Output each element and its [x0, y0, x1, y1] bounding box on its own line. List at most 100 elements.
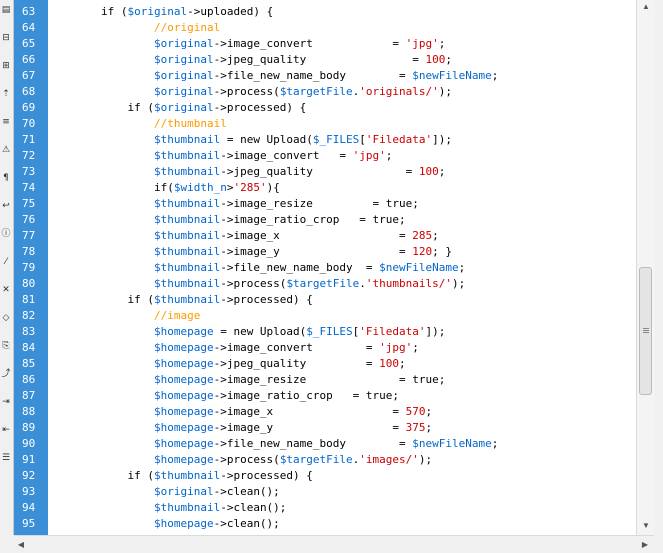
- code-line[interactable]: $thumbnail = new Upload($_FILES['Filedat…: [48, 132, 452, 148]
- code-line[interactable]: if($width_n>'285'){: [48, 180, 280, 196]
- select-parent-icon[interactable]: ⇡: [1, 90, 11, 99]
- code-line[interactable]: $homepage->process($targetFile.'images/'…: [48, 452, 432, 468]
- syntax-coloring-icon[interactable]: ¶: [1, 174, 11, 183]
- line-number: 68: [22, 85, 36, 98]
- outdent-icon[interactable]: ⇤: [1, 426, 11, 435]
- code-token: $_FILES: [306, 325, 353, 338]
- code-token: = new Upload(: [220, 133, 313, 146]
- code-line[interactable]: $thumbnail->image_ratio_crop = true;: [48, 212, 406, 228]
- scroll-grip: [643, 332, 649, 333]
- code-line[interactable]: $original->image_convert = 'jpg';: [48, 36, 445, 52]
- code-line[interactable]: $original->clean();: [48, 484, 280, 500]
- format-source-icon[interactable]: ☰: [1, 454, 11, 463]
- word-wrap-icon[interactable]: ↩: [1, 202, 11, 211]
- code-token: if (: [48, 101, 154, 114]
- code-token: ->image_resize =: [213, 373, 413, 386]
- code-line[interactable]: if ($thumbnail->processed) {: [48, 292, 313, 308]
- code-token: ->jpeg_quality =: [213, 357, 380, 370]
- recent-snippets-icon[interactable]: ⎘: [1, 342, 11, 351]
- line-number: 94: [22, 501, 36, 514]
- scrollbar-corner: [0, 535, 14, 552]
- code-token: $homepage: [153, 389, 214, 402]
- code-token: ->processed) {: [220, 293, 313, 306]
- expand-icon[interactable]: ⊞: [1, 62, 11, 71]
- line-number: 74: [22, 181, 36, 194]
- code-token: $original: [153, 37, 214, 50]
- vertical-scrollbar[interactable]: ▲ ▼: [636, 0, 655, 535]
- code-line[interactable]: $original->process($targetFile.'original…: [48, 84, 452, 100]
- code-line[interactable]: $thumbnail->clean();: [48, 500, 286, 516]
- code-line[interactable]: $thumbnail->file_new_name_body = $newFil…: [48, 260, 465, 276]
- code-line[interactable]: //original: [48, 20, 220, 36]
- code-line[interactable]: $thumbnail->process($targetFile.'thumbna…: [48, 276, 465, 292]
- code-line[interactable]: //image: [48, 308, 200, 324]
- code-line[interactable]: $homepage->jpeg_quality = 100;: [48, 356, 406, 372]
- scroll-up-arrow[interactable]: ▲: [637, 0, 655, 14]
- code-line[interactable]: $original->jpeg_quality = 100;: [48, 52, 452, 68]
- code-token: );: [438, 85, 453, 98]
- code-token: = new Upload(: [213, 325, 307, 338]
- wrap-tag-icon[interactable]: ◇: [1, 314, 11, 323]
- code-line[interactable]: $homepage->image_convert = 'jpg';: [48, 340, 419, 356]
- info-icon[interactable]: ⓘ: [1, 230, 11, 239]
- code-token: $thumbnail: [153, 229, 221, 242]
- code-line[interactable]: $original->file_new_name_body = $newFile…: [48, 68, 498, 84]
- code-line[interactable]: if ($original->uploaded) {: [48, 4, 273, 20]
- code-line[interactable]: $homepage->image_x = 570;: [48, 404, 432, 420]
- code-token: $homepage: [153, 341, 214, 354]
- code-token: ;: [438, 373, 446, 386]
- code-line[interactable]: $homepage->image_y = 375;: [48, 420, 432, 436]
- code-token: $original: [153, 101, 214, 114]
- code-line[interactable]: if ($original->processed) {: [48, 100, 306, 116]
- code-line[interactable]: $thumbnail->image_x = 285;: [48, 228, 439, 244]
- code-line[interactable]: $homepage = new Upload($_FILES['Filedata…: [48, 324, 445, 340]
- code-view[interactable]: if ($original->uploaded) { //original $o…: [48, 0, 636, 535]
- apply-comment-icon[interactable]: ⁄: [1, 258, 11, 267]
- scroll-thumb[interactable]: [639, 267, 652, 395]
- code-token: $newFileName: [412, 69, 492, 82]
- code-token: if (: [48, 469, 154, 482]
- move-css-icon[interactable]: ⤴: [1, 370, 11, 379]
- code-line[interactable]: $homepage->image_resize = true;: [48, 372, 445, 388]
- code-line[interactable]: $thumbnail->image_resize = true;: [48, 196, 419, 212]
- code-line[interactable]: $homepage->file_new_name_body = $newFile…: [48, 436, 498, 452]
- highlight-invalid-icon[interactable]: ⚠: [1, 146, 11, 155]
- scroll-left-arrow[interactable]: ◀: [14, 536, 28, 553]
- code-token: $thumbnail: [153, 261, 221, 274]
- code-line[interactable]: $homepage->image_ratio_crop = true;: [48, 388, 399, 404]
- horizontal-scrollbar[interactable]: ◀ ▶: [14, 535, 654, 553]
- line-number: 69: [22, 101, 36, 114]
- code-token: '285': [233, 181, 267, 194]
- scroll-down-arrow[interactable]: ▼: [637, 519, 655, 533]
- scroll-right-arrow[interactable]: ▶: [638, 536, 652, 553]
- code-line[interactable]: $thumbnail->image_y = 120; }: [48, 244, 452, 260]
- code-line[interactable]: //thumbnail: [48, 116, 227, 132]
- code-token: 100: [418, 165, 439, 178]
- indent-icon[interactable]: ⇥: [1, 398, 11, 407]
- code-token: $homepage: [153, 421, 214, 434]
- line-number: 78: [22, 245, 36, 258]
- collapse-icon[interactable]: ⊟: [1, 34, 11, 43]
- code-line[interactable]: if ($thumbnail->processed) {: [48, 468, 312, 484]
- code-token: $thumbnail: [153, 149, 221, 162]
- code-token: true: [372, 213, 400, 226]
- open-documents-icon[interactable]: ▤: [1, 6, 11, 15]
- coding-toolbar: ▤ ⊟ ⊞ ⇡ ≡ ⚠ ¶ ↩ ⓘ ⁄ ✕ ◇ ⎘ ⤴ ⇥ ⇤ ☰: [0, 0, 14, 535]
- line-numbers-icon[interactable]: ≡: [1, 118, 11, 127]
- remove-comment-icon[interactable]: ✕: [1, 286, 11, 295]
- code-line[interactable]: $thumbnail->image_convert = 'jpg';: [48, 148, 392, 164]
- code-line[interactable]: $homepage->clean();: [48, 516, 280, 532]
- code-line[interactable]: $thumbnail->jpeg_quality = 100;: [48, 164, 445, 180]
- code-token: ;: [458, 261, 466, 274]
- code-token: ;: [385, 149, 393, 162]
